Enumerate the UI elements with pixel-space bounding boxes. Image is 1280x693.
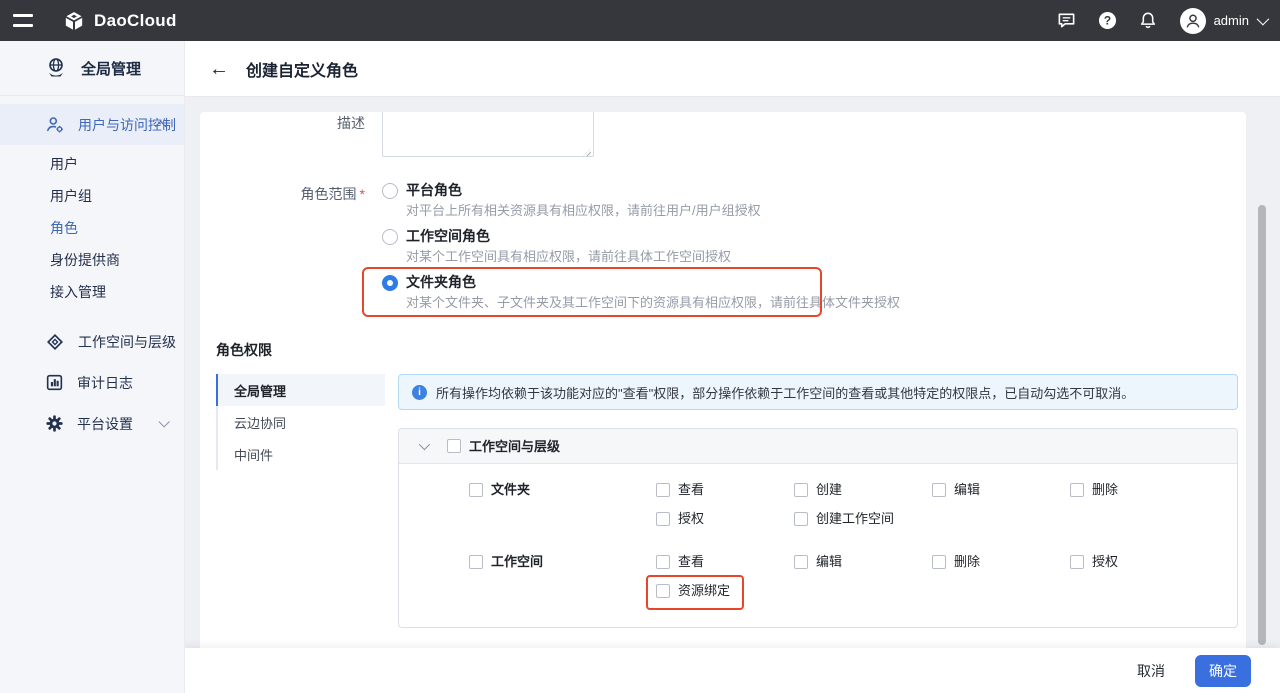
radio-workspace-role[interactable] — [382, 229, 398, 245]
sidebar-home-label: 全局管理 — [81, 58, 141, 79]
bell-icon[interactable] — [1139, 11, 1158, 30]
checkbox-box — [656, 584, 670, 598]
sidebar-item-global-management[interactable]: 全局管理 — [0, 41, 184, 96]
checkbox-box — [794, 512, 808, 526]
sidebar-item-access-management[interactable]: 接入管理 — [0, 276, 184, 308]
required-asterisk: * — [360, 186, 365, 202]
permission-panel: 工作空间与层级 文件夹 查看 创建 — [398, 428, 1238, 628]
checkbox-box — [932, 555, 946, 569]
sidebar-item-audit-logs[interactable]: 审计日志 — [0, 362, 184, 403]
tab-middleware[interactable]: 中间件 — [216, 438, 385, 470]
user-gear-icon — [45, 115, 65, 135]
sidebar: 全局管理 用户与访问控制 用户 用户组 角色 身份提供商 接入管理 工作空间与层… — [0, 41, 185, 693]
radio-platform-role[interactable] — [382, 183, 398, 199]
collapse-chevron-icon[interactable] — [419, 439, 430, 450]
perm-checkbox-authorize[interactable]: 授权 — [656, 510, 704, 527]
footer-bar: 取消 确定 — [185, 648, 1280, 693]
permission-panel-body: 文件夹 查看 创建 编辑 删除 授权 创建工作空间 — [399, 464, 1237, 627]
scope-option-platform: 平台角色 对平台上所有相关资源具有相应权限，请前往用户/用户组授权 — [382, 182, 761, 219]
sidebar-item-identity-providers[interactable]: 身份提供商 — [0, 244, 184, 276]
permission-row-workspace: 工作空间 查看 编辑 删除 授权 资源绑定 — [469, 553, 1237, 599]
info-alert: i 所有操作均依赖于该功能对应的"查看"权限，部分操作依赖于工作空间的查看或其他… — [398, 374, 1238, 410]
username: admin — [1214, 13, 1249, 28]
panel-title: 工作空间与层级 — [469, 438, 560, 455]
vertical-scrollbar-thumb[interactable] — [1258, 205, 1266, 645]
permission-row-folder: 文件夹 查看 创建 编辑 删除 授权 创建工作空间 — [469, 481, 1237, 527]
brand[interactable]: DaoCloud — [63, 10, 177, 32]
menu-toggle-icon[interactable] — [13, 14, 33, 27]
sidebar-group-users-access[interactable]: 用户与访问控制 — [0, 104, 184, 145]
permissions-section-title: 角色权限 — [216, 340, 272, 360]
checkbox-box — [932, 483, 946, 497]
radio-folder-role[interactable] — [382, 275, 398, 291]
tab-cloud-edge[interactable]: 云边协同 — [216, 406, 385, 438]
back-arrow-icon[interactable]: ← — [209, 59, 229, 79]
sidebar-item-roles[interactable]: 角色 — [0, 212, 184, 244]
permission-panel-header[interactable]: 工作空间与层级 — [399, 429, 1237, 464]
scope-option-folder: 文件夹角色 对某个文件夹、子文件夹及其工作空间下的资源具有相应权限，请前往具体文… — [382, 274, 900, 311]
sidebar-item-label: 工作空间与层级 — [78, 332, 176, 352]
perm-checkbox-create-workspace[interactable]: 创建工作空间 — [794, 510, 894, 527]
sidebar-sublist: 用户 用户组 角色 身份提供商 接入管理 — [0, 145, 184, 313]
gear-icon — [45, 414, 64, 433]
checkbox-box — [656, 555, 670, 569]
perm-checkbox-view[interactable]: 查看 — [656, 481, 704, 498]
perm-checkbox-edit[interactable]: 编辑 — [794, 553, 842, 570]
top-navbar: DaoCloud ? admin — [0, 0, 1280, 41]
perm-checkbox-view[interactable]: 查看 — [656, 553, 704, 570]
perm-checkbox-resource-binding[interactable]: 资源绑定 — [656, 582, 730, 599]
perm-checkbox-edit[interactable]: 编辑 — [932, 481, 980, 498]
svg-text:?: ? — [1103, 14, 1110, 28]
globe-icon — [44, 56, 68, 80]
workspace-checkbox[interactable]: 工作空间 — [469, 553, 543, 570]
form-card: 描述 角色范围* 平台角色 对平台上所有相关资源具有相应权限，请前往用户/用户组… — [200, 112, 1246, 648]
checkbox-box — [1070, 555, 1084, 569]
page-title: 创建自定义角色 — [246, 57, 358, 81]
confirm-button[interactable]: 确定 — [1195, 655, 1251, 687]
chevron-down-icon — [158, 416, 169, 427]
page-header: ← 创建自定义角色 — [185, 41, 1280, 97]
checkbox-box — [656, 483, 670, 497]
chevron-down-icon — [1257, 13, 1270, 26]
perm-checkbox-delete[interactable]: 删除 — [1070, 481, 1118, 498]
brand-name: DaoCloud — [94, 11, 177, 31]
avatar — [1180, 8, 1206, 34]
cancel-button[interactable]: 取消 — [1137, 661, 1165, 681]
sidebar-item-workspaces[interactable]: 工作空间与层级 — [0, 321, 184, 362]
checkbox-box — [656, 512, 670, 526]
workspace-icon — [45, 332, 65, 352]
role-scope-label: 角色范围* — [200, 184, 365, 204]
audit-log-icon — [45, 373, 64, 392]
sidebar-item-user-groups[interactable]: 用户组 — [0, 180, 184, 212]
permissions-pane: i 所有操作均依赖于该功能对应的"查看"权限，部分操作依赖于工作空间的查看或其他… — [398, 374, 1238, 628]
checkbox-box — [469, 483, 483, 497]
checkbox-box — [794, 555, 808, 569]
checkbox-box — [447, 439, 461, 453]
perm-checkbox-authorize[interactable]: 授权 — [1070, 553, 1118, 570]
description-textarea[interactable] — [382, 112, 594, 157]
checkbox-box — [1070, 483, 1084, 497]
checkbox-box — [469, 555, 483, 569]
checkbox-box — [794, 483, 808, 497]
annotation-highlight-resource-binding: 资源绑定 — [646, 575, 744, 610]
content-area: 描述 角色范围* 平台角色 对平台上所有相关资源具有相应权限，请前往用户/用户组… — [185, 97, 1280, 648]
sidebar-item-users[interactable]: 用户 — [0, 148, 184, 180]
sidebar-group-platform-settings[interactable]: 平台设置 — [0, 403, 184, 444]
help-icon[interactable]: ? — [1098, 11, 1117, 30]
panel-checkbox[interactable]: 工作空间与层级 — [447, 438, 560, 455]
perm-checkbox-create[interactable]: 创建 — [794, 481, 842, 498]
scope-option-workspace: 工作空间角色 对某个工作空间具有相应权限，请前往具体工作空间授权 — [382, 228, 731, 265]
sidebar-item-label: 审计日志 — [77, 373, 133, 393]
perm-checkbox-delete[interactable]: 删除 — [932, 553, 980, 570]
chat-icon[interactable] — [1057, 11, 1076, 30]
description-label: 描述 — [200, 113, 365, 133]
sidebar-group-label: 平台设置 — [77, 414, 133, 434]
folder-checkbox[interactable]: 文件夹 — [469, 481, 530, 498]
tab-global-management[interactable]: 全局管理 — [216, 374, 385, 406]
user-menu[interactable]: admin — [1180, 8, 1266, 34]
info-alert-text: 所有操作均依赖于该功能对应的"查看"权限，部分操作依赖于工作空间的查看或其他特定… — [436, 383, 1134, 402]
info-icon: i — [412, 385, 427, 400]
permissions-tabs: 全局管理 云边协同 中间件 — [216, 374, 385, 470]
daocloud-logo-icon — [63, 10, 85, 32]
